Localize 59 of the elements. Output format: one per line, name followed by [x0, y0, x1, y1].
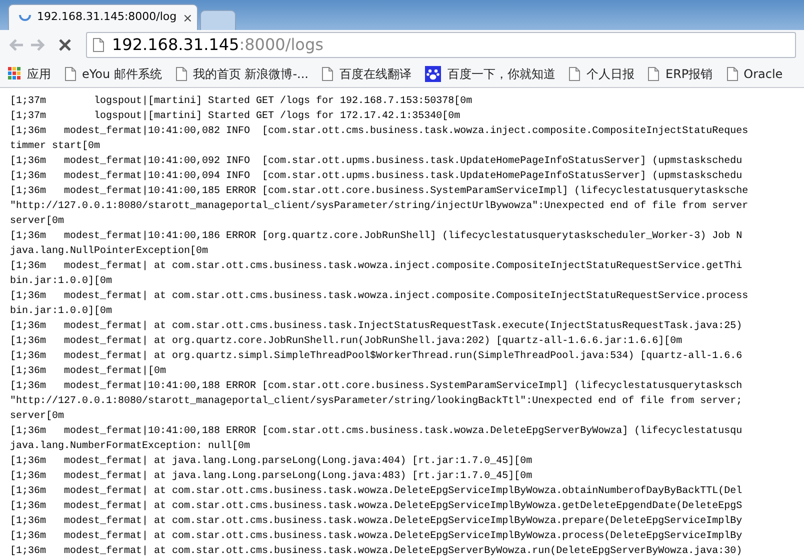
bookmark-item[interactable]: 应用 — [8, 64, 51, 82]
bookmark-item[interactable]: 百度在线翻译 — [322, 64, 412, 82]
tab-close-button[interactable]: × — [182, 8, 193, 26]
stop-icon[interactable] — [58, 38, 72, 52]
log-line: [1;36m modest_fermat| at com.star.ott.cms.business.task.wowza.DeleteEpgServiceImplByWowza.getDeleteEpgendDate(DeleteEpgS — [10, 500, 742, 514]
page-icon — [93, 38, 104, 52]
log-line: [1;36m modest_fermat|10:41:00,185 ERROR [com.star.ott.core.business.SystemParamServiceImpl] (lifecyclestatusquerytasksche — [10, 184, 748, 199]
log-line: server[0m — [10, 214, 64, 229]
log-line: [1;37m logspout|[martini] Started GET /logs for 172.17.42.1:35340[0m — [10, 110, 460, 124]
log-line: [1;36m modest_fermat|10:41:00,092 INFO [com.star.ott.upms.business.task.UpdateHomePageInfoStatusServer] (upmstaskschedu — [10, 154, 742, 169]
tab-title: 192.168.31.145:8000/log — [37, 9, 177, 26]
log-line: bin.jar:1.0.0][0m — [10, 274, 112, 289]
log-line: timmer start[0m — [10, 140, 100, 154]
log-line: "http://127.0.0.1:8080/starott_manageportal_client/sysParameter/string/injectUrlBywowza":Unexpected end of file from server — [10, 200, 748, 214]
log-line: [1;36m modest_fermat|10:41:00,186 ERROR [org.quartz.core.JobRunShell] (lifecyclestatusquerytaskscheduler_Worker-3) Job N — [10, 230, 742, 244]
log-line: [1;36m modest_fermat| at org.quartz.core.JobRunShell.run(JobRunShell.java:202) [quartz-all-1.6.6.jar:1.6.6][0m — [10, 334, 682, 349]
bookmark-item[interactable]: eYou 邮件系统 — [65, 64, 162, 82]
log-line: [1;36m modest_fermat|10:41:00,082 INFO [com.star.ott.cms.business.task.wowza.inject.composite.CompositeInjectStatuReques — [10, 124, 748, 139]
page-icon — [322, 66, 334, 80]
log-line: [1;36m modest_fermat|10:41:00,188 ERROR [com.star.ott.cms.business.task.wowza.DeleteEpgServerByWowza] (lifecyclestatusqu — [10, 424, 742, 439]
loading-spinner-icon — [19, 14, 31, 21]
forward-arrow-icon[interactable] — [30, 38, 46, 52]
log-line: "http://127.0.0.1:8080/starott_manageportal_client/sysParameter/string/lookingBackTtl":Unexpected end of file from server; — [10, 394, 742, 409]
log-line: [1;36m modest_fermat| at com.star.ott.cms.business.task.wowza.DeleteEpgServiceImplByWowza.prepare(DeleteEpgServiceImplBy — [10, 514, 742, 529]
log-line: java.lang.NullPointerException[0m — [10, 244, 208, 259]
address-bar[interactable]: 192.168.31.145:8000/logs — [86, 32, 796, 58]
page-icon — [176, 66, 187, 80]
log-line: [1;36m modest_fermat| at com.star.ott.cms.business.task.wowza.inject.composite.CompositeInjectStatuRequestService.getThi — [10, 260, 742, 274]
apps-grid-icon — [8, 67, 21, 80]
back-arrow-icon[interactable] — [8, 38, 24, 52]
log-line: [1;36m modest_fermat| at com.star.ott.cms.business.task.InjectStatusRequestTask.execute(InjectStatusRequestTask.java:25) — [10, 320, 742, 334]
log-line: java.lang.NumberFormatException: null[0m — [10, 440, 250, 454]
log-line: [1;36m modest_fermat| at org.quartz.simpl.SimpleThreadPool$WorkerThread.run(SimpleThreadPool.java:534) [quartz-all-1.6.6 — [10, 350, 742, 364]
browser-tab[interactable]: 192.168.31.145:8000/log × — [8, 4, 198, 30]
page-icon — [726, 66, 738, 80]
bookmark-item[interactable]: 百度一下，你就知道 — [425, 64, 556, 82]
log-line: [1;36m modest_fermat| at java.lang.Long.parseLong(Long.java:404) [rt.jar:1.7.0_45][0m — [10, 454, 532, 469]
bookmark-item[interactable]: Oracle — [726, 64, 783, 82]
log-line: [1;36m modest_fermat|[0m — [10, 364, 166, 379]
bookmark-item[interactable]: 个人日报 — [569, 64, 634, 82]
address-host: 192.168.31.145 — [112, 34, 240, 56]
log-line: [1;36m modest_fermat| at java.lang.Long.parseLong(Long.java:483) [rt.jar:1.7.0_45][0m — [10, 470, 532, 484]
log-line: [1;37m logspout|[martini] Started GET /logs for 192.168.7.153:50378[0m — [10, 94, 472, 109]
log-line: [1;36m modest_fermat|10:41:00,094 INFO [com.star.ott.upms.business.task.UpdateHomePageInfoStatusServer] (upmstaskschedu — [10, 170, 742, 184]
log-line: server[0m — [10, 410, 64, 424]
paw-icon — [425, 66, 442, 82]
page-icon — [648, 66, 660, 80]
bookmark-item[interactable]: 我的首页 新浪微博-... — [176, 64, 308, 82]
browser-tab[interactable] — [200, 10, 236, 30]
log-line: [1;36m modest_fermat| at com.star.ott.cms.business.task.wowza.DeleteEpgServerByWowza.run(DeleteEpgServerByWowza.java:30) — [10, 544, 742, 559]
log-line: [1;36m modest_fermat| at com.star.ott.cms.business.task.wowza.inject.composite.CompositeInjectStatuRequestService.process — [10, 290, 748, 304]
log-line: [1;36m modest_fermat| at com.star.ott.cms.business.task.wowza.DeleteEpgServiceImplByWowza.obtainNumberofDayByBackTTL(Del — [10, 484, 742, 499]
log-line: bin.jar:1.0.0][0m — [10, 304, 112, 319]
address-path: :8000/logs — [239, 34, 324, 56]
log-line: [1;36m modest_fermat| at com.star.ott.cms.business.task.wowza.DeleteEpgServiceImplByWowza.process(DeleteEpgServiceImplBy — [10, 530, 742, 544]
page-icon — [569, 66, 580, 80]
page-icon — [65, 66, 76, 80]
bookmark-item[interactable]: ERP报销 — [648, 64, 713, 82]
log-line: [1;36m modest_fermat|10:41:00,188 ERROR [com.star.ott.core.business.SystemParamServiceImpl] (lifecyclestatusquerytasksch — [10, 380, 742, 394]
